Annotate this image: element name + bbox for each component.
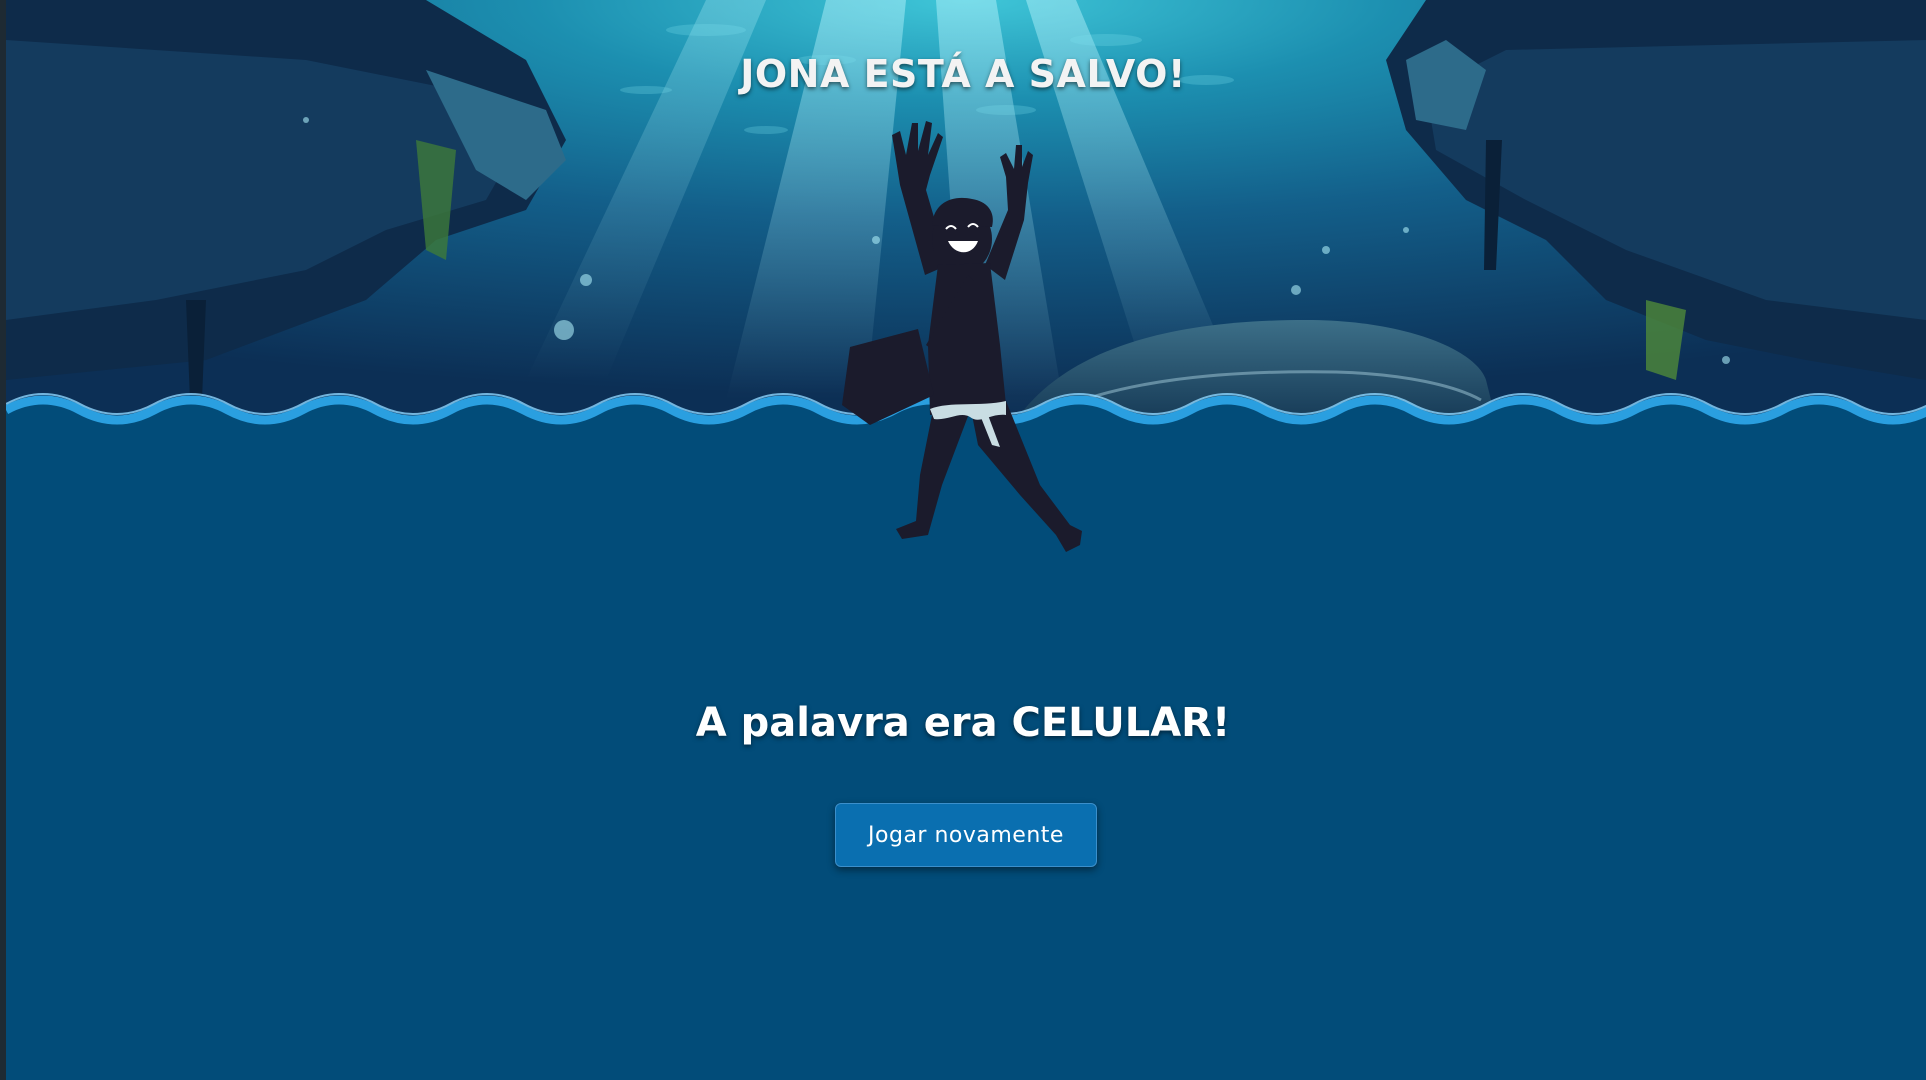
result-message: A palavra era CELULAR! bbox=[695, 700, 1231, 746]
game-screen: JONA ESTÁ A SALVO! A palavra era CELULAR… bbox=[0, 0, 1926, 1080]
jonah-character-icon bbox=[830, 115, 1100, 555]
game-title: JONA ESTÁ A SALVO! bbox=[740, 52, 1186, 96]
jonah-silhouette bbox=[842, 121, 1082, 552]
play-again-button[interactable]: Jogar novamente bbox=[835, 803, 1097, 867]
